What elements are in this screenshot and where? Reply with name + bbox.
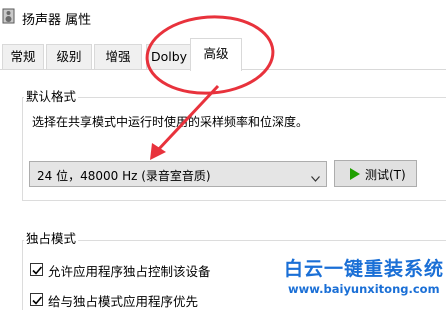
checkmark-icon [32,296,43,305]
default-format-heading: 默认格式 [24,86,79,105]
format-dropdown-value: 24 位，48000 Hz (录音室音质) [37,169,211,183]
test-button[interactable]: 测试(T) [334,160,417,187]
chevron-down-icon [311,171,320,182]
format-dropdown[interactable]: 24 位，48000 Hz (录音室音质) [29,161,327,187]
watermark-url: www.baiyunxitong.com [288,282,440,296]
tab-levels[interactable]: 级别 [46,44,92,70]
exclusive-priority-option[interactable]: 给与独占模式应用程序优先 [30,293,250,310]
tab-strip: 常规 级别 增强 Dolby 高级 [0,36,446,71]
exclusive-mode-heading: 独占模式 [24,228,79,247]
speaker-icon [2,8,16,24]
title-bar: 扬声器 属性 [0,0,446,36]
tab-enhancements[interactable]: 增强 [94,44,142,70]
tab-dolby[interactable]: Dolby [146,44,192,70]
checkmark-icon [32,266,43,275]
allow-exclusive-control-option[interactable]: 允许应用程序独占控制该设备 [30,263,250,281]
exclusive-priority-checkbox[interactable] [30,293,43,306]
allow-exclusive-control-checkbox[interactable] [30,263,43,276]
exclusive-priority-label: 给与独占模式应用程序优先 [48,294,199,309]
allow-exclusive-control-label: 允许应用程序独占控制该设备 [48,264,211,279]
window-title: 扬声器 属性 [22,13,92,28]
default-format-description: 选择在共享模式中运行时使用的采样频率和位深度。 [32,115,309,129]
tab-general[interactable]: 常规 [2,44,44,70]
test-button-label: 测试(T) [365,168,406,182]
play-icon [350,168,360,180]
watermark-title: 白云一键重装系统 [284,258,445,280]
tab-advanced[interactable]: 高级 [190,38,242,71]
